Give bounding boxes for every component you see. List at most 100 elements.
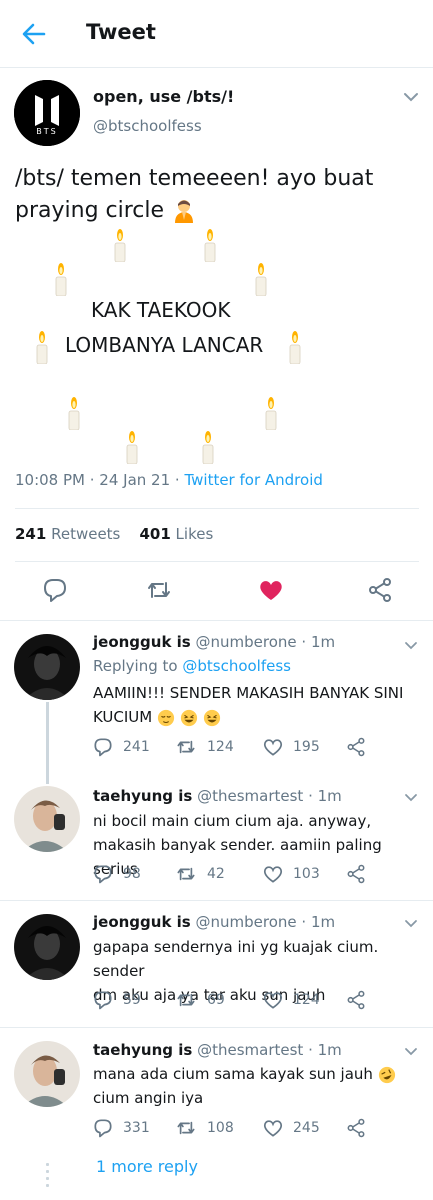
retweet-icon	[177, 740, 195, 754]
likes-count: 245	[293, 1120, 320, 1136]
reply-avatar[interactable]	[14, 786, 80, 852]
likes-count: 103	[293, 866, 320, 882]
praying-person-emoji-icon	[175, 200, 194, 223]
retweet-count-action[interactable]: 108	[175, 1118, 234, 1138]
retweet-icon[interactable]	[146, 577, 172, 603]
candle-emoji-icon	[113, 228, 127, 263]
thread-more-dots	[46, 1163, 49, 1191]
like-count-action[interactable]: 124	[263, 990, 320, 1010]
reply-author[interactable]: jeongguk is @numberone · 1m	[93, 913, 335, 931]
candle-emoji-icon	[35, 330, 49, 365]
reply-avatar[interactable]	[14, 634, 80, 700]
chevron-down-icon[interactable]	[403, 1046, 419, 1058]
share-icon[interactable]	[367, 577, 393, 603]
author-name[interactable]: open, use /bts/!	[93, 87, 234, 106]
reply-count-action[interactable]: 241	[93, 737, 150, 757]
reply-icon	[94, 1119, 112, 1138]
like-count-action[interactable]: 195	[263, 737, 320, 757]
retweets-stat[interactable]: 241 Retweets	[15, 525, 120, 543]
like-icon	[263, 739, 283, 756]
share-icon[interactable]	[346, 1118, 376, 1138]
likes-count: 195	[293, 739, 320, 755]
author-avatar[interactable]: BTS	[14, 80, 80, 146]
tweet-stats: 241 Retweets 401 Likes	[15, 525, 213, 543]
reply-icon	[94, 738, 112, 757]
laughing-face-emoji-icon	[203, 709, 220, 726]
laughing-face-emoji-icon	[180, 709, 197, 726]
candle-emoji-icon	[201, 430, 215, 465]
like-icon	[263, 992, 283, 1009]
reply-author[interactable]: taehyung is @thesmartest · 1m	[93, 1041, 342, 1059]
divider	[0, 900, 433, 901]
reply-icon	[94, 991, 112, 1010]
bts-logo-icon	[14, 80, 80, 146]
reply-avatar[interactable]	[14, 1041, 80, 1107]
chevron-down-icon[interactable]	[403, 640, 419, 652]
replies-count: 59	[123, 992, 141, 1008]
replies-count: 98	[123, 866, 141, 882]
retweet-count-action[interactable]: 69	[175, 990, 225, 1010]
candle-emoji-icon	[203, 228, 217, 263]
divider	[0, 620, 433, 621]
chevron-down-icon[interactable]	[403, 918, 419, 930]
reply-text: mana ada cium sama kayak sun jauh cium a…	[93, 1062, 423, 1110]
retweet-count-action[interactable]: 124	[175, 737, 234, 757]
reply-count-action[interactable]: 98	[93, 864, 141, 884]
rolling-laughing-emoji-icon	[378, 1066, 395, 1083]
reply-avatar[interactable]	[14, 914, 80, 980]
share-icon[interactable]	[346, 737, 376, 757]
retweets-count: 108	[207, 1120, 234, 1136]
reply-author[interactable]: jeongguk is @numberone · 1m	[93, 633, 335, 651]
like-icon	[263, 866, 283, 883]
share-icon[interactable]	[346, 864, 376, 884]
share-icon[interactable]	[346, 990, 376, 1010]
relieved-face-emoji-icon	[157, 709, 175, 726]
author-handle[interactable]: @btschoolfess	[93, 117, 202, 135]
reply-count-action[interactable]: 331	[93, 1118, 150, 1138]
tweet-time: 10:08 PM	[15, 471, 85, 489]
tweet-line-2-wrap: praying circle	[15, 195, 425, 227]
candle-emoji-icon	[67, 396, 81, 431]
like-icon	[263, 1120, 283, 1137]
page-title: Tweet	[86, 20, 156, 44]
retweets-count: 69	[207, 992, 225, 1008]
candle-emoji-icon	[54, 262, 68, 297]
retweet-count-action[interactable]: 42	[175, 864, 225, 884]
retweet-icon	[177, 867, 195, 881]
thread-connector	[46, 702, 49, 784]
retweets-count: 42	[207, 866, 225, 882]
tweet-line-2: praying circle	[15, 198, 165, 223]
reply-author[interactable]: taehyung is @thesmartest · 1m	[93, 787, 342, 805]
retweet-icon	[177, 1121, 195, 1135]
like-count-action[interactable]: 245	[263, 1118, 320, 1138]
reply-icon[interactable]	[42, 577, 68, 603]
tweet-line-1: /bts/ temen temeeeen! ayo buat	[15, 166, 374, 191]
reply-text: AAMIIN!!! SENDER MAKASIH BANYAK SINI KUC…	[93, 684, 404, 726]
tweet-source-link[interactable]: Twitter for Android	[184, 471, 322, 489]
like-count-action[interactable]: 103	[263, 864, 320, 884]
divider	[0, 1027, 433, 1028]
more-replies-link[interactable]: 1 more reply	[96, 1157, 198, 1176]
circle-text-line-2: LOMBANYA LANCAR	[65, 333, 264, 357]
likes-stat[interactable]: 401 Likes	[139, 525, 213, 543]
tweet-date: 24 Jan 21	[99, 471, 171, 489]
circle-text-line-1: KAK TAEKOOK	[91, 298, 231, 322]
back-arrow-icon[interactable]	[20, 20, 48, 48]
like-heart-icon[interactable]	[258, 577, 284, 603]
likes-count: 124	[293, 992, 320, 1008]
replying-to-link[interactable]: @btschoolfess	[182, 657, 291, 675]
retweets-count: 124	[207, 739, 234, 755]
candle-emoji-icon	[125, 430, 139, 465]
retweet-icon	[177, 993, 195, 1007]
divider	[15, 508, 419, 509]
divider	[15, 561, 419, 562]
replies-count: 331	[123, 1120, 150, 1136]
tweet-meta: 10:08 PM · 24 Jan 21 · Twitter for Andro…	[15, 471, 323, 489]
candle-emoji-icon	[254, 262, 268, 297]
tweet-text: /bts/ temen temeeeen! ayo buat praying c…	[15, 163, 425, 227]
chevron-down-icon[interactable]	[403, 792, 419, 804]
avatar-logo-text: BTS	[36, 127, 58, 136]
replies-count: 241	[123, 739, 150, 755]
chevron-down-icon[interactable]	[401, 90, 421, 104]
reply-count-action[interactable]: 59	[93, 990, 141, 1010]
